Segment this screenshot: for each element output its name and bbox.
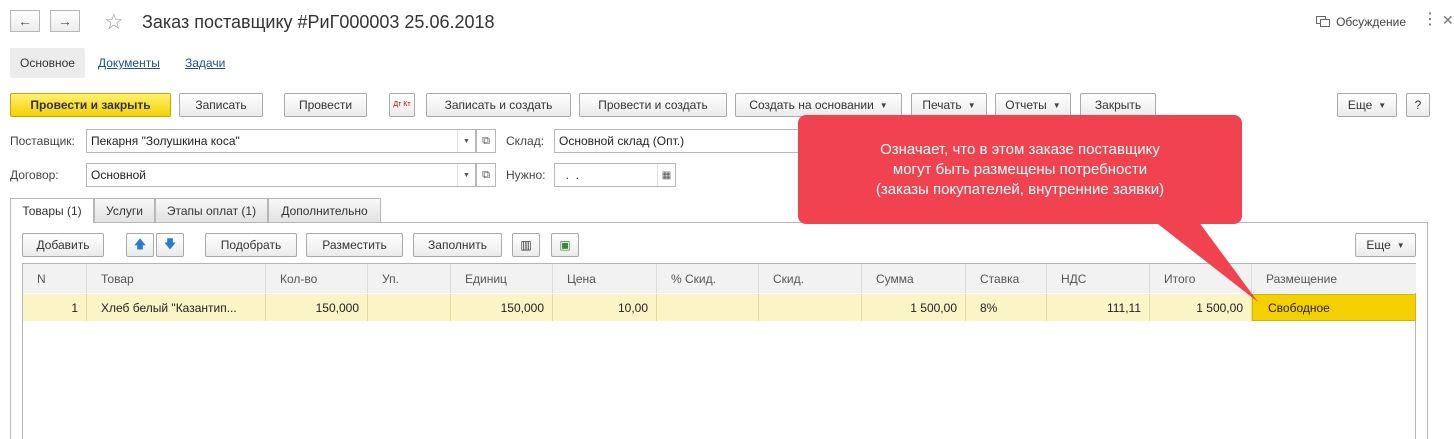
callout-line-3: (заказы покупателей, внутренние заявки) <box>875 180 1165 198</box>
callout-line-2: могут быть размещены потребности <box>892 160 1148 178</box>
annotation-callout: Означает, что в этом заказе поставщику м… <box>798 115 1242 224</box>
callout-line-1: Означает, что в этом заказе поставщику <box>880 140 1160 158</box>
